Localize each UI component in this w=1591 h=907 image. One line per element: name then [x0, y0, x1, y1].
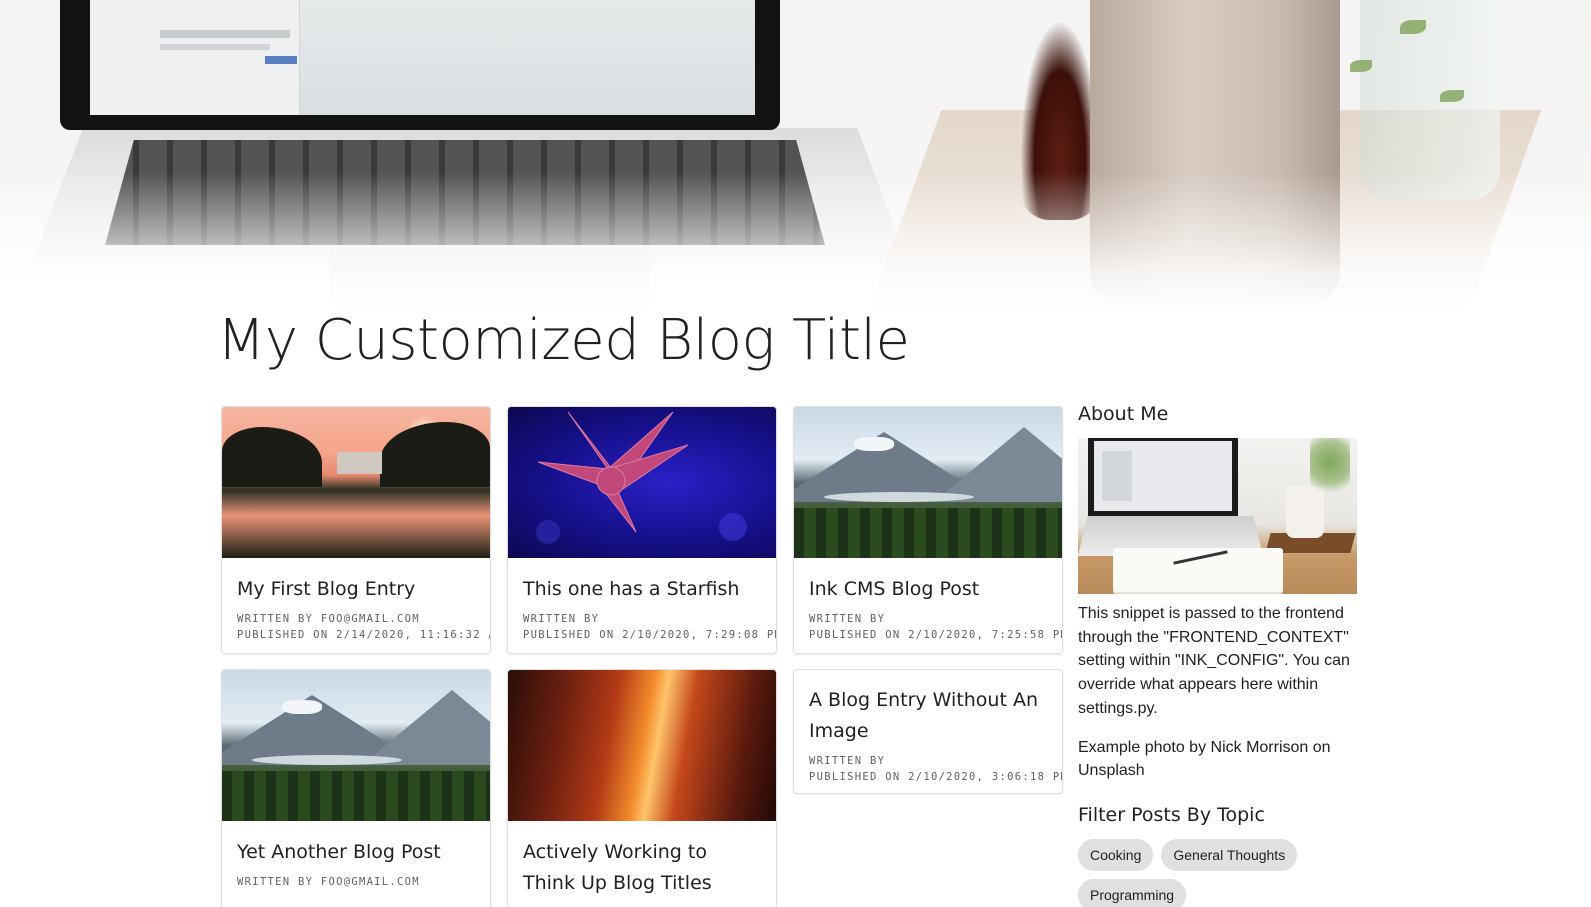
post-card[interactable]: Actively Working to Think Up Blog Titles	[507, 669, 777, 907]
post-card[interactable]: A Blog Entry Without An Image Written by…	[793, 669, 1063, 794]
post-card[interactable]: My First Blog Entry Written by foo@gmail…	[221, 406, 491, 654]
post-published-date: Published on 2/14/2020, 11:16:32 AM	[237, 629, 491, 641]
post-title[interactable]: Ink CMS Blog Post	[809, 574, 1047, 605]
sidebar: About Me This snippet is passed to the f…	[1078, 400, 1358, 907]
post-title[interactable]: This one has a Starfish	[523, 574, 761, 605]
post-image-canyon[interactable]	[508, 670, 776, 821]
post-card[interactable]: Yet Another Blog Post Written by foo@gma…	[221, 669, 491, 907]
topic-chip-general-thoughts[interactable]: General Thoughts	[1161, 838, 1298, 871]
post-image-mountain-valley[interactable]	[222, 670, 490, 821]
photo-credit: Example photo by Nick Morrison on Unspla…	[1078, 738, 1331, 780]
post-author: Written by foo@gmail.com	[237, 876, 420, 888]
about-photo	[1078, 438, 1357, 594]
post-image-mountain-valley[interactable]	[794, 407, 1062, 558]
post-title[interactable]: My First Blog Entry	[237, 574, 475, 605]
topic-chip-programming[interactable]: Programming	[1078, 878, 1187, 907]
post-author: Written by foo@gmail.com	[237, 613, 420, 625]
about-heading: About Me	[1078, 403, 1169, 425]
post-title[interactable]: Yet Another Blog Post	[237, 837, 475, 868]
post-author: Written by	[809, 613, 886, 625]
post-title[interactable]: Actively Working to Think Up Blog Titles	[523, 837, 761, 899]
blog-title: My Customized Blog Title	[217, 308, 910, 373]
post-image-starfish[interactable]	[508, 407, 776, 558]
topic-chip-cooking[interactable]: Cooking	[1078, 838, 1154, 871]
post-card[interactable]: Ink CMS Blog Post Written by Published o…	[793, 406, 1063, 654]
post-author: Written by	[523, 613, 600, 625]
post-author: Written by	[809, 755, 886, 767]
filter-heading: Filter Posts By Topic	[1078, 803, 1265, 826]
post-title[interactable]: A Blog Entry Without An Image	[809, 685, 1047, 747]
hero-banner-image	[0, 0, 1591, 312]
hero-fade-overlay	[0, 0, 1591, 312]
post-published-date: Published on 2/10/2020, 7:29:08 PM	[523, 629, 777, 641]
post-card[interactable]: This one has a Starfish Written by Publi…	[507, 406, 777, 654]
post-published-date: Published on 2/10/2020, 3:06:18 PM	[809, 771, 1063, 783]
post-published-date: Published on 2/10/2020, 7:25:58 PM	[809, 629, 1063, 641]
post-image-reflecting-pool[interactable]	[222, 407, 490, 558]
about-text: This snippet is passed to the frontend t…	[1078, 605, 1350, 717]
topic-chips: Cooking General Thoughts Programming	[1078, 838, 1338, 907]
